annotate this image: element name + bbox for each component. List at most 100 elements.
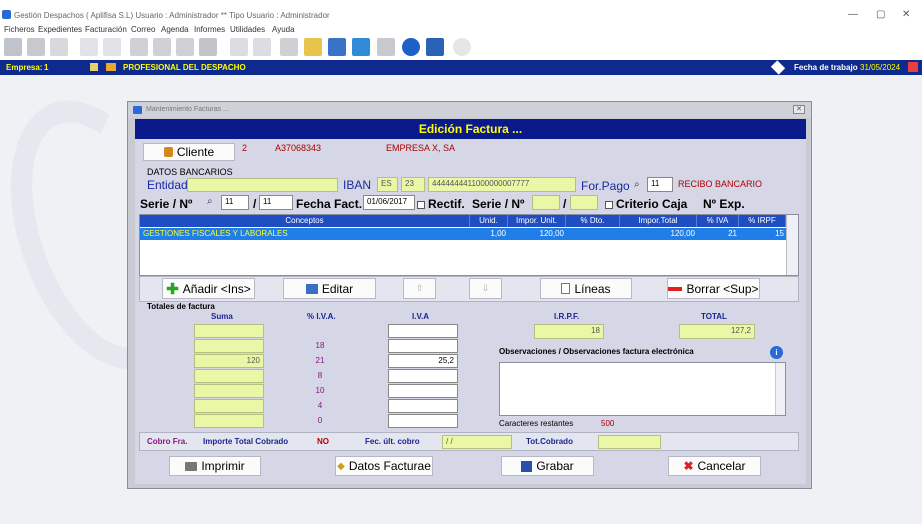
col-unid[interactable]: Unid. bbox=[470, 215, 508, 227]
table-scrollbar[interactable] bbox=[786, 215, 798, 275]
entidad-field[interactable] bbox=[187, 178, 338, 192]
money-bag-icon[interactable] bbox=[199, 38, 217, 56]
table-row[interactable]: GESTIONES FISCALES Y LABORALES 1,00 120,… bbox=[140, 228, 786, 240]
rectif-checkbox[interactable]: Rectif. bbox=[417, 197, 465, 211]
cliente-button[interactable]: Cliente bbox=[143, 143, 235, 161]
graph-icon[interactable] bbox=[103, 38, 121, 56]
fecha-trabajo-value: 31/05/2024 bbox=[860, 63, 901, 72]
numero2-field[interactable] bbox=[570, 195, 598, 210]
lineas-label: Líneas bbox=[574, 281, 611, 296]
folder-icon[interactable] bbox=[50, 38, 68, 56]
fecha-fact-field[interactable]: 01/06/2017 bbox=[363, 195, 415, 210]
folder-icon[interactable] bbox=[106, 63, 116, 71]
power-icon[interactable] bbox=[453, 38, 471, 56]
forpago-search-icon[interactable]: ⌕ bbox=[634, 179, 640, 190]
dialog-app-icon bbox=[133, 106, 142, 114]
menu-facturacion[interactable]: Facturación bbox=[85, 25, 127, 34]
serie-search-icon[interactable]: ⌕ bbox=[207, 196, 213, 207]
menu-expedientes[interactable]: Expedientes bbox=[38, 25, 82, 34]
menu-correo[interactable]: Correo bbox=[131, 25, 155, 34]
suma-field[interactable] bbox=[194, 399, 264, 413]
iva-field[interactable] bbox=[388, 339, 458, 353]
maximize-button[interactable]: ▢ bbox=[876, 9, 885, 20]
invoice-icon[interactable] bbox=[304, 38, 322, 56]
calendar-icon[interactable] bbox=[908, 62, 918, 72]
suma-field[interactable] bbox=[194, 369, 264, 383]
iva-field[interactable] bbox=[388, 384, 458, 398]
iva-field[interactable]: 25,2 bbox=[388, 354, 458, 368]
serie-field[interactable]: 11 bbox=[221, 195, 249, 210]
datos-facturae-button[interactable]: ◆ Datos Facturae bbox=[335, 456, 433, 476]
col-impor-unit[interactable]: Impor. Unit. bbox=[508, 215, 566, 227]
cancel-icon: ✖ bbox=[683, 459, 694, 473]
total-field[interactable]: 127,2 bbox=[679, 324, 755, 339]
suma-field[interactable] bbox=[194, 384, 264, 398]
menu-ficheros[interactable]: Ficheros bbox=[4, 25, 35, 34]
save-icon bbox=[521, 460, 533, 472]
note-icon[interactable] bbox=[90, 63, 98, 71]
iban-country-field[interactable]: ES bbox=[377, 177, 398, 192]
menu-ayuda[interactable]: Ayuda bbox=[272, 25, 295, 34]
menu-informes[interactable]: Informes bbox=[194, 25, 225, 34]
window-titlebar: Gestión Despachos ( Aplifisa S.L) Usuari… bbox=[0, 0, 922, 22]
anadir-button[interactable]: ✚ Añadir <Ins> bbox=[162, 278, 255, 299]
grabar-button[interactable]: Grabar bbox=[501, 456, 594, 476]
criterio-check-box[interactable] bbox=[605, 200, 613, 209]
cancelar-button[interactable]: ✖ Cancelar bbox=[668, 456, 761, 476]
inbox-icon[interactable] bbox=[253, 38, 271, 56]
col-irpf[interactable]: % IRPF bbox=[739, 215, 786, 227]
observaciones-scrollbar[interactable] bbox=[775, 363, 785, 415]
iva-field[interactable] bbox=[388, 399, 458, 413]
observaciones-textarea[interactable] bbox=[499, 362, 786, 416]
move-down-button[interactable]: ⇩ bbox=[469, 278, 502, 299]
cliente-name: EMPRESA X, SA bbox=[386, 143, 456, 153]
numero-field[interactable]: 11 bbox=[259, 195, 293, 210]
iva-field[interactable] bbox=[388, 369, 458, 383]
rectif-check-box[interactable] bbox=[417, 200, 425, 209]
forpago-code-field[interactable]: 11 bbox=[647, 177, 673, 192]
info-icon[interactable] bbox=[770, 60, 786, 75]
calculator-icon[interactable] bbox=[352, 38, 370, 56]
minimize-button[interactable]: — bbox=[848, 9, 858, 20]
chart-icon[interactable] bbox=[80, 38, 98, 56]
menu-agenda[interactable]: Agenda bbox=[161, 25, 189, 34]
help-icon[interactable] bbox=[402, 38, 420, 56]
suma-field[interactable] bbox=[194, 414, 264, 428]
printer-icon[interactable] bbox=[176, 38, 194, 56]
info-icon[interactable]: i bbox=[770, 346, 783, 359]
stack-icon[interactable] bbox=[153, 38, 171, 56]
col-conceptos[interactable]: Conceptos bbox=[140, 215, 470, 227]
book-icon[interactable] bbox=[426, 38, 444, 56]
building-icon[interactable] bbox=[130, 38, 148, 56]
iban-number-field[interactable]: 4444444411000000007777 bbox=[428, 177, 576, 192]
editar-button[interactable]: Editar bbox=[283, 278, 376, 299]
criterio-caja-checkbox[interactable]: Criterio Caja bbox=[605, 197, 687, 211]
menu-utilidades[interactable]: Utilidades bbox=[230, 25, 265, 34]
close-window-button[interactable]: ✕ bbox=[902, 9, 910, 20]
iva-field[interactable] bbox=[388, 324, 458, 338]
network-icon[interactable] bbox=[377, 38, 395, 56]
iban-check-field[interactable]: 23 bbox=[401, 177, 425, 192]
irpf-field[interactable]: 18 bbox=[534, 324, 604, 339]
col-iva[interactable]: % IVA bbox=[697, 215, 739, 227]
suma-field[interactable] bbox=[194, 324, 264, 338]
move-up-button[interactable]: ⇧ bbox=[403, 278, 436, 299]
serie2-field[interactable] bbox=[532, 195, 560, 210]
invoice-panel: Cliente 2 A37068343 EMPRESA X, SA DATOS … bbox=[135, 139, 806, 484]
list-icon[interactable] bbox=[280, 38, 298, 56]
fec-ult-cobro-field[interactable]: / / bbox=[442, 435, 512, 449]
monitor-icon[interactable] bbox=[328, 38, 346, 56]
borrar-button[interactable]: Borrar <Sup> bbox=[667, 278, 760, 299]
dialog-close-button[interactable]: ✕ bbox=[793, 105, 805, 114]
col-impor-total[interactable]: Impor.Total bbox=[620, 215, 697, 227]
tot-cobrado-field[interactable] bbox=[598, 435, 661, 449]
imprimir-button[interactable]: Imprimir bbox=[169, 456, 261, 476]
suma-field[interactable] bbox=[194, 339, 264, 353]
mail-icon[interactable] bbox=[230, 38, 248, 56]
suma-field[interactable]: 120 bbox=[194, 354, 264, 368]
users-icon[interactable] bbox=[4, 38, 22, 56]
iva-field[interactable] bbox=[388, 414, 458, 428]
files-icon[interactable] bbox=[27, 38, 45, 56]
col-dto[interactable]: % Dto. bbox=[566, 215, 620, 227]
lineas-button[interactable]: Líneas bbox=[540, 278, 632, 299]
